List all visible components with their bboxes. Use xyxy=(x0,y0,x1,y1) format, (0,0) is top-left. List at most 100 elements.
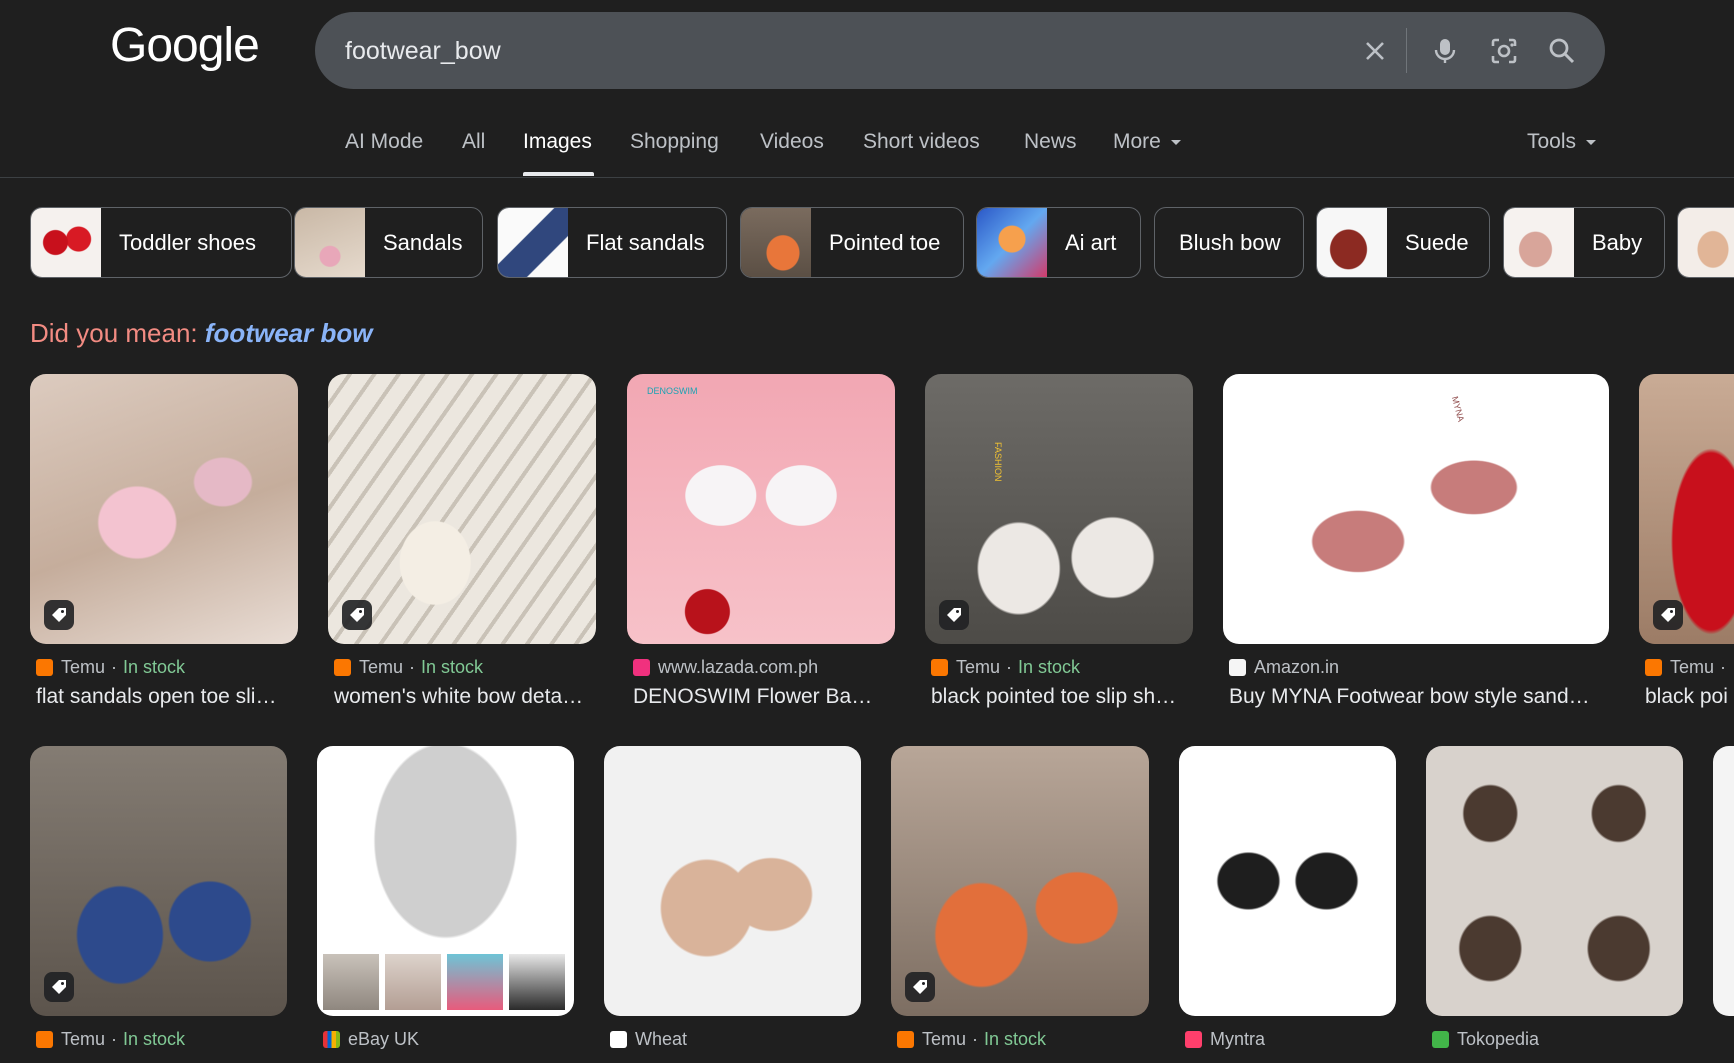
active-tab-indicator xyxy=(523,172,594,176)
temu-favicon xyxy=(36,659,53,676)
chip-thumbnail xyxy=(1317,208,1387,277)
result-source[interactable]: eBay UK xyxy=(323,1029,419,1050)
tab-more-label: More xyxy=(1113,130,1161,153)
image-result[interactable] xyxy=(1179,746,1396,1016)
chevron-down-icon xyxy=(1170,139,1181,145)
tokopedia-favicon xyxy=(1432,1031,1449,1048)
tab-shopping[interactable]: Shopping xyxy=(630,130,719,154)
result-title[interactable]: flat sandals open toe sli… xyxy=(36,685,298,709)
microphone-icon[interactable] xyxy=(1430,36,1460,66)
strip-thumb xyxy=(509,954,565,1010)
result-source[interactable]: Wheat xyxy=(610,1029,687,1050)
clear-icon[interactable] xyxy=(1360,36,1390,66)
tab-more[interactable]: More xyxy=(1113,130,1181,154)
chip-partial[interactable] xyxy=(1677,207,1734,278)
tab-all[interactable]: All xyxy=(462,130,485,154)
image-result[interactable] xyxy=(30,746,287,1016)
temu-favicon xyxy=(334,659,351,676)
search-bar[interactable]: footwear_bow xyxy=(315,12,1605,89)
tab-news[interactable]: News xyxy=(1024,130,1077,154)
source-name: eBay UK xyxy=(348,1029,420,1049)
chip-thumbnail xyxy=(977,208,1047,277)
search-input[interactable]: footwear_bow xyxy=(345,37,501,66)
tab-ai-mode[interactable]: AI Mode xyxy=(345,130,423,154)
price-tag-icon xyxy=(44,600,74,630)
source-name: Temu xyxy=(956,657,1001,677)
thumbnail-strip xyxy=(323,954,565,1010)
did-you-mean: Did you mean: footwear bow xyxy=(30,318,372,349)
google-logo[interactable]: Google xyxy=(110,18,260,73)
search-icon[interactable] xyxy=(1547,36,1577,66)
chip-toddler-shoes[interactable]: Toddler shoes xyxy=(30,207,292,278)
wheat-favicon xyxy=(610,1031,627,1048)
image-result[interactable]: FASHION xyxy=(925,374,1193,644)
result-title[interactable]: Buy MYNA Footwear bow style sand… xyxy=(1229,685,1609,709)
chip-label: Sandals xyxy=(383,229,463,255)
stock-status: In stock xyxy=(984,1029,1047,1049)
temu-favicon xyxy=(36,1031,53,1048)
image-result[interactable] xyxy=(317,746,574,1016)
result-source[interactable]: Temu · In stock xyxy=(36,1029,185,1050)
temu-favicon xyxy=(1645,659,1662,676)
result-source[interactable]: Temu · In stock xyxy=(897,1029,1046,1050)
image-result[interactable] xyxy=(1426,746,1683,1016)
myna-watermark: MYNA xyxy=(1449,395,1467,423)
image-result[interactable] xyxy=(1639,374,1734,644)
image-result[interactable] xyxy=(604,746,861,1016)
result-source[interactable]: www.lazada.com.ph xyxy=(633,657,818,678)
chip-blush-bow[interactable]: Blush bow xyxy=(1154,207,1304,278)
image-result[interactable]: MYNA xyxy=(1223,374,1609,644)
chip-thumbnail xyxy=(1678,208,1734,277)
result-source[interactable]: Myntra xyxy=(1185,1029,1265,1050)
stock-status: In stock xyxy=(421,657,484,677)
result-source[interactable]: Amazon.in xyxy=(1229,657,1339,678)
result-source[interactable]: Temu · xyxy=(1645,657,1732,678)
strip-thumb xyxy=(385,954,441,1010)
result-title[interactable]: black poi xyxy=(1645,685,1734,709)
chip-baby[interactable]: Baby xyxy=(1503,207,1665,278)
stock-status: In stock xyxy=(123,657,186,677)
tab-short-videos[interactable]: Short videos xyxy=(863,130,980,154)
result-source[interactable]: Temu · In stock xyxy=(931,657,1080,678)
source-name: Amazon.in xyxy=(1254,657,1340,677)
denoswim-watermark: DENOSWIM xyxy=(647,386,698,396)
source-name: Wheat xyxy=(635,1029,688,1049)
image-result[interactable] xyxy=(328,374,596,644)
chip-label: Baby xyxy=(1592,229,1643,255)
chip-ai-art[interactable]: Ai art xyxy=(976,207,1141,278)
tools-label: Tools xyxy=(1527,130,1577,153)
tools-button[interactable]: Tools xyxy=(1527,130,1597,154)
tab-images[interactable]: Images xyxy=(523,130,592,154)
tab-videos[interactable]: Videos xyxy=(760,130,824,154)
result-source[interactable]: Temu · In stock xyxy=(334,657,483,678)
chip-label: Suede xyxy=(1405,229,1469,255)
source-name: Temu xyxy=(922,1029,967,1049)
chip-label: Ai art xyxy=(1065,229,1117,255)
ebay-favicon xyxy=(323,1031,340,1048)
did-you-mean-label: Did you mean: xyxy=(30,318,198,348)
price-tag-icon xyxy=(939,600,969,630)
chip-pointed-toe[interactable]: Pointed toe xyxy=(740,207,964,278)
source-name: Myntra xyxy=(1210,1029,1266,1049)
chip-sandals[interactable]: Sandals xyxy=(294,207,483,278)
image-result[interactable] xyxy=(30,374,298,644)
image-result[interactable] xyxy=(891,746,1149,1016)
lens-camera-icon[interactable] xyxy=(1489,36,1519,66)
image-result[interactable]: DENOSWIM xyxy=(627,374,895,644)
myntra-favicon xyxy=(1185,1031,1202,1048)
chip-thumbnail xyxy=(498,208,568,277)
result-source[interactable]: Temu · In stock xyxy=(36,657,185,678)
amazon-favicon xyxy=(1229,659,1246,676)
chip-thumbnail xyxy=(741,208,811,277)
chip-flat-sandals[interactable]: Flat sandals xyxy=(497,207,727,278)
result-title[interactable]: DENOSWIM Flower Ba… xyxy=(633,685,895,709)
did-you-mean-link[interactable]: footwear bow xyxy=(205,318,373,348)
strip-thumb xyxy=(323,954,379,1010)
chip-label: Blush bow xyxy=(1179,229,1281,255)
image-result[interactable] xyxy=(1713,746,1734,1016)
result-title[interactable]: black pointed toe slip sh… xyxy=(931,685,1193,709)
result-title[interactable]: women's white bow deta… xyxy=(334,685,596,709)
chip-suede[interactable]: Suede xyxy=(1316,207,1490,278)
chip-label: Pointed toe xyxy=(829,229,941,255)
result-source[interactable]: Tokopedia xyxy=(1432,1029,1539,1050)
